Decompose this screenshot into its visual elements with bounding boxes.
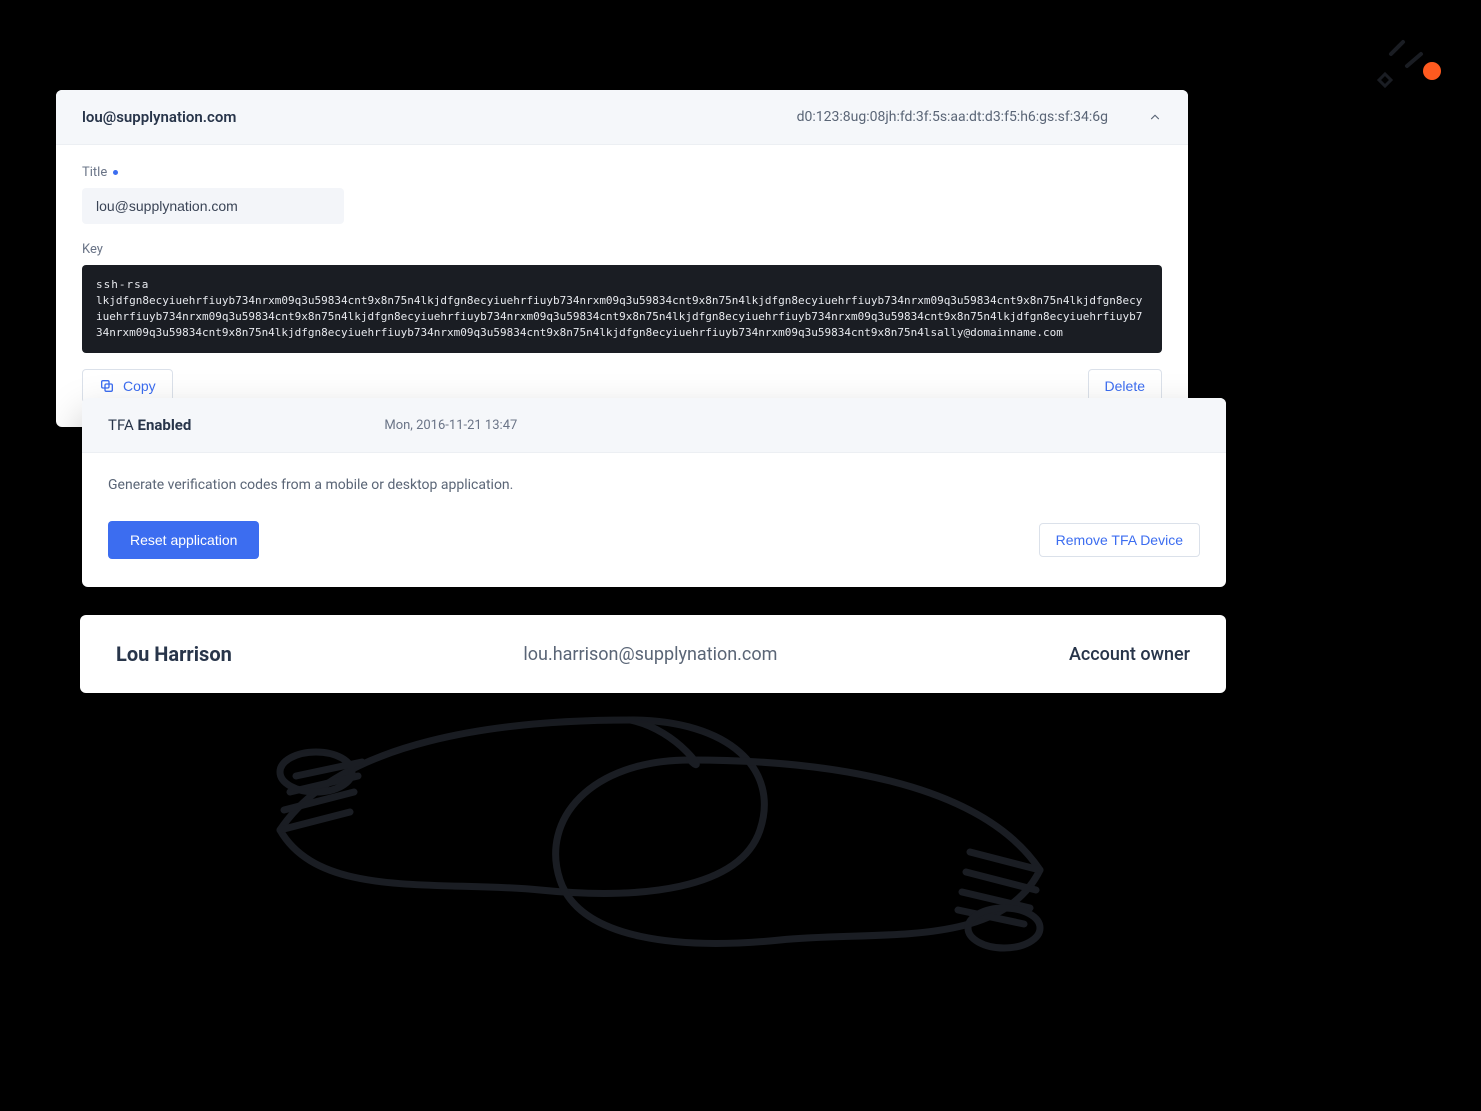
- hands-illustration-icon: [260, 660, 1060, 1020]
- user-role: Account owner: [1069, 644, 1190, 665]
- tfa-title: TFA Enabled: [108, 416, 191, 434]
- user-row[interactable]: Lou Harrison lou.harrison@supplynation.c…: [80, 615, 1226, 693]
- required-dot-icon: [113, 170, 118, 175]
- tfa-card: TFA Enabled Mon, 2016-11-21 13:47 Genera…: [82, 398, 1226, 587]
- accent-dot-icon: [1423, 62, 1441, 80]
- copy-icon: [99, 378, 115, 394]
- ssh-key-header[interactable]: lou@supplynation.com d0:123:8ug:08jh:fd:…: [56, 90, 1188, 145]
- ssh-key-value: ssh-rsa lkjdfgn8ecyiuehrfiuyb734nrxm09q3…: [82, 265, 1162, 353]
- key-field-label: Key: [82, 242, 1162, 257]
- ssh-key-card: lou@supplynation.com d0:123:8ug:08jh:fd:…: [56, 90, 1188, 427]
- chevron-up-icon: [1148, 110, 1162, 124]
- user-name: Lou Harrison: [116, 642, 232, 666]
- sparkle-icon: [1371, 32, 1431, 92]
- title-input[interactable]: [82, 188, 344, 224]
- remove-tfa-device-button[interactable]: Remove TFA Device: [1039, 523, 1200, 557]
- ssh-key-fingerprint: d0:123:8ug:08jh:fd:3f:5s:aa:dt:d3:f5:h6:…: [797, 109, 1108, 125]
- reset-application-button[interactable]: Reset application: [108, 521, 259, 559]
- tfa-timestamp: Mon, 2016-11-21 13:47: [384, 418, 517, 433]
- user-email: lou.harrison@supplynation.com: [523, 644, 777, 665]
- title-field-label: Title: [82, 165, 1162, 180]
- ssh-key-email: lou@supplynation.com: [82, 108, 236, 126]
- tfa-description: Generate verification codes from a mobil…: [108, 477, 1200, 493]
- tfa-header: TFA Enabled Mon, 2016-11-21 13:47: [82, 398, 1226, 453]
